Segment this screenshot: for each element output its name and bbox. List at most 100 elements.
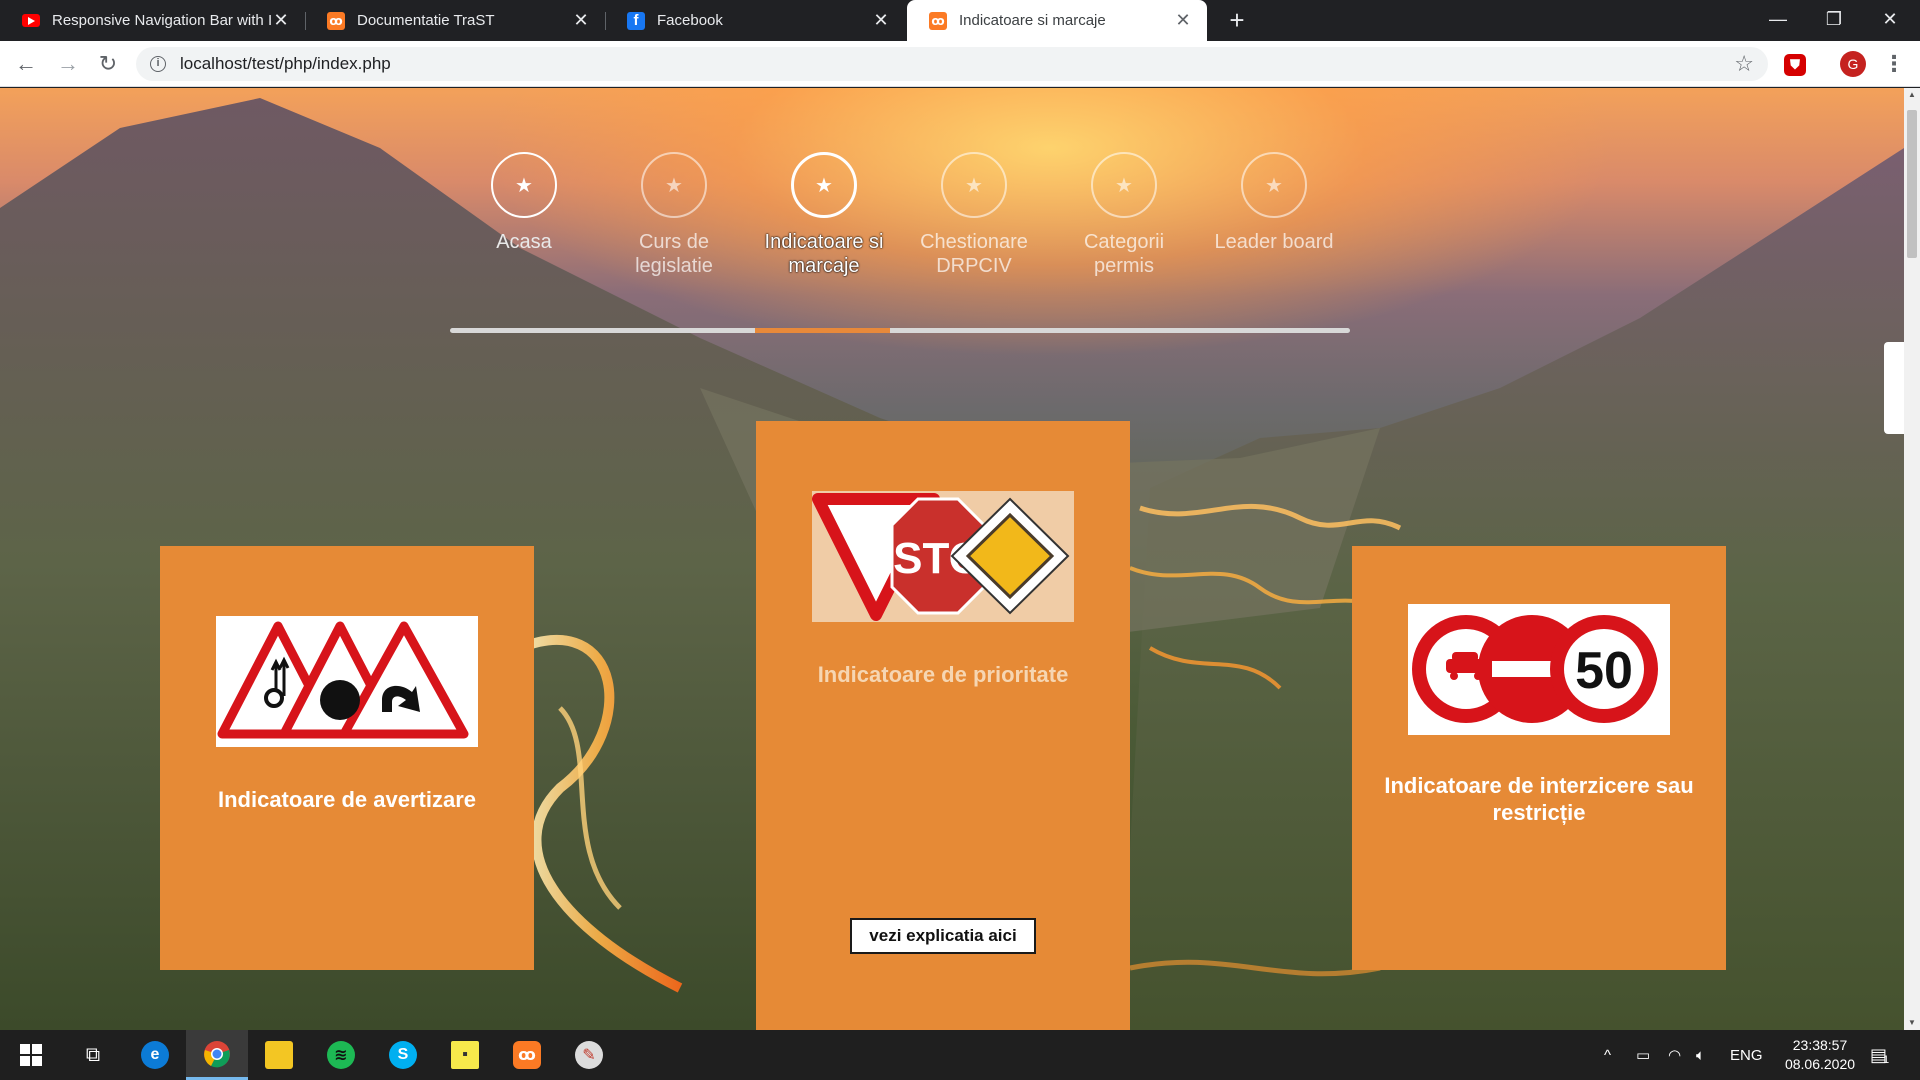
star-icon: ★	[1241, 152, 1307, 218]
tab-title: Documentatie TraST	[357, 12, 495, 29]
start-button[interactable]	[0, 1030, 62, 1080]
card-title: Indicatoare de interzicere sau restricți…	[1384, 773, 1694, 825]
profile-avatar[interactable]: G	[1840, 51, 1866, 77]
card-prioritate[interactable]: STO Indicatoare de prioritate vezi expli…	[756, 421, 1130, 1030]
close-tab-icon[interactable]: ✕	[871, 10, 891, 31]
folder-icon	[265, 1041, 293, 1069]
windows-logo-icon	[20, 1044, 42, 1066]
browser-toolbar: ← → ↻ i localhost/test/php/index.php ☆ ⛊…	[0, 41, 1920, 87]
tab-indicatoare[interactable]: ꝏ Indicatoare si marcaje ✕	[907, 0, 1207, 41]
taskbar-skype[interactable]: S	[372, 1030, 434, 1080]
xampp-icon: ꝏ	[513, 1041, 541, 1069]
url-text: localhost/test/php/index.php	[180, 54, 391, 73]
page-viewport: ★ Acasa ★ Curs de legislatie ★ Indicatoa…	[0, 88, 1904, 1030]
scrollbar-thumb[interactable]	[1907, 110, 1917, 258]
extension-shield-icon[interactable]: ⛊	[1784, 54, 1806, 76]
progress-track	[450, 328, 1350, 333]
notification-center-button[interactable]: ▤ 1	[1870, 1030, 1889, 1080]
spotify-icon: ≋	[327, 1041, 355, 1069]
nav-step-label: Categorii permis	[1083, 231, 1165, 277]
tab-title: Responsive Navigation Bar with I	[52, 12, 271, 29]
minimize-button[interactable]: —	[1748, 0, 1808, 41]
nav-step-categorii[interactable]: ★ Categorii permis	[1049, 152, 1199, 278]
tab-facebook[interactable]: f Facebook ✕	[605, 0, 905, 41]
star-icon: ★	[1091, 152, 1157, 218]
battery-icon[interactable]: ▭	[1636, 1030, 1650, 1080]
priority-signs-image: STO	[812, 491, 1074, 622]
star-icon: ★	[941, 152, 1007, 218]
tab-documentatie[interactable]: ꝏ Documentatie TraST ✕	[305, 0, 605, 41]
restriction-sign-icon: 50	[1412, 615, 1658, 723]
star-icon: ★	[641, 152, 707, 218]
star-icon: ★	[791, 152, 857, 218]
xampp-icon: ꝏ	[327, 11, 345, 30]
nav-step-curs-legislatie[interactable]: ★ Curs de legislatie	[599, 152, 749, 278]
nav-step-label: Acasa	[496, 231, 552, 253]
system-clock[interactable]: 23:38:57 08.06.2020	[1770, 1036, 1870, 1074]
star-icon: ★	[491, 152, 557, 218]
reload-button[interactable]: ↻	[92, 48, 124, 80]
skype-icon: S	[389, 1041, 417, 1069]
facebook-icon: f	[627, 11, 645, 30]
forward-button[interactable]: →	[52, 48, 84, 80]
taskbar-edge[interactable]: e	[124, 1030, 186, 1080]
nav-step-chestionare[interactable]: ★ Chestionare DRPCIV	[899, 152, 1049, 278]
close-window-button[interactable]: ✕	[1860, 0, 1920, 41]
explain-button[interactable]: vezi explicatia aici	[850, 918, 1036, 954]
card-title: Indicatoare de prioritate	[817, 662, 1069, 687]
taskbar-chrome[interactable]	[186, 1030, 248, 1080]
side-tab-handle[interactable]	[1884, 342, 1904, 434]
nav-step-label: Chestionare DRPCIV	[920, 231, 1028, 277]
nav-step-label: Curs de legislatie	[635, 231, 713, 277]
taskbar-app[interactable]: ✎	[558, 1030, 620, 1080]
taskbar-file-explorer[interactable]	[248, 1030, 310, 1080]
scroll-down-icon[interactable]: ▼	[1904, 1016, 1920, 1030]
tab-title: Facebook	[657, 12, 723, 29]
restriction-signs-image: 50	[1408, 604, 1670, 735]
tab-title: Indicatoare si marcaje	[959, 12, 1106, 29]
windows-taskbar: ⧉ e ≋ S ▪ ꝏ ✎ ^ ▭ ◠ 🔈︎ ENG 23:38:57 08.0…	[0, 1030, 1920, 1080]
taskbar-spotify[interactable]: ≋	[310, 1030, 372, 1080]
card-avertizare[interactable]: Indicatoare de avertizare	[160, 546, 534, 970]
bookmark-star-icon[interactable]: ☆	[1734, 51, 1754, 77]
info-icon[interactable]: i	[150, 56, 166, 72]
warning-signs-image	[216, 616, 478, 747]
close-tab-icon[interactable]: ✕	[1173, 10, 1193, 31]
taskbar-sticky-notes[interactable]: ▪	[434, 1030, 496, 1080]
address-bar[interactable]: i localhost/test/php/index.php ☆	[136, 47, 1768, 81]
chrome-icon	[204, 1040, 230, 1067]
task-view-icon: ⧉	[85, 1043, 101, 1066]
nav-step-label: Leader board	[1214, 231, 1334, 253]
warning-triangle-icon	[217, 621, 469, 739]
restore-button[interactable]: ❐	[1804, 0, 1864, 41]
close-tab-icon[interactable]: ✕	[571, 10, 591, 31]
edge-icon: e	[141, 1041, 169, 1069]
priority-sign-icon: STO	[812, 493, 1070, 621]
volume-icon[interactable]: 🔈︎	[1696, 1030, 1705, 1080]
browser-menu-icon[interactable]: ⋮	[1882, 49, 1906, 79]
scroll-up-icon[interactable]: ▲	[1904, 88, 1920, 102]
page-scrollbar[interactable]: ▲ ▼	[1904, 88, 1920, 1030]
progress-fill	[755, 328, 891, 333]
nav-step-indicatoare[interactable]: ★ Indicatoare si marcaje	[749, 152, 899, 278]
nav-step-label: Indicatoare si marcaje	[764, 231, 884, 277]
show-hidden-icons[interactable]: ^	[1604, 1030, 1611, 1080]
speed-limit-text: 50	[1575, 642, 1633, 700]
paint-icon: ✎	[575, 1041, 603, 1069]
new-tab-button[interactable]: +	[1222, 6, 1252, 36]
notification-count: 1	[1883, 1054, 1890, 1066]
language-indicator[interactable]: ENG	[1730, 1030, 1763, 1080]
tab-responsive-navigation[interactable]: Responsive Navigation Bar with I ✕	[0, 0, 305, 41]
card-title: Indicatoare de avertizare	[217, 787, 476, 812]
clock-date: 08.06.2020	[1784, 1056, 1856, 1072]
close-tab-icon[interactable]: ✕	[271, 10, 291, 31]
nav-step-acasa[interactable]: ★ Acasa	[449, 152, 599, 254]
task-view-button[interactable]: ⧉	[62, 1030, 124, 1080]
youtube-icon	[22, 14, 40, 27]
back-button[interactable]: ←	[10, 48, 42, 80]
card-interzicere[interactable]: 50 Indicatoare de interzicere sau restri…	[1352, 546, 1726, 970]
taskbar-xampp[interactable]: ꝏ	[496, 1030, 558, 1080]
wifi-icon[interactable]: ◠	[1668, 1030, 1681, 1080]
nav-step-leader-board[interactable]: ★ Leader board	[1199, 152, 1349, 254]
browser-tab-strip: Responsive Navigation Bar with I ✕ ꝏ Doc…	[0, 0, 1920, 41]
